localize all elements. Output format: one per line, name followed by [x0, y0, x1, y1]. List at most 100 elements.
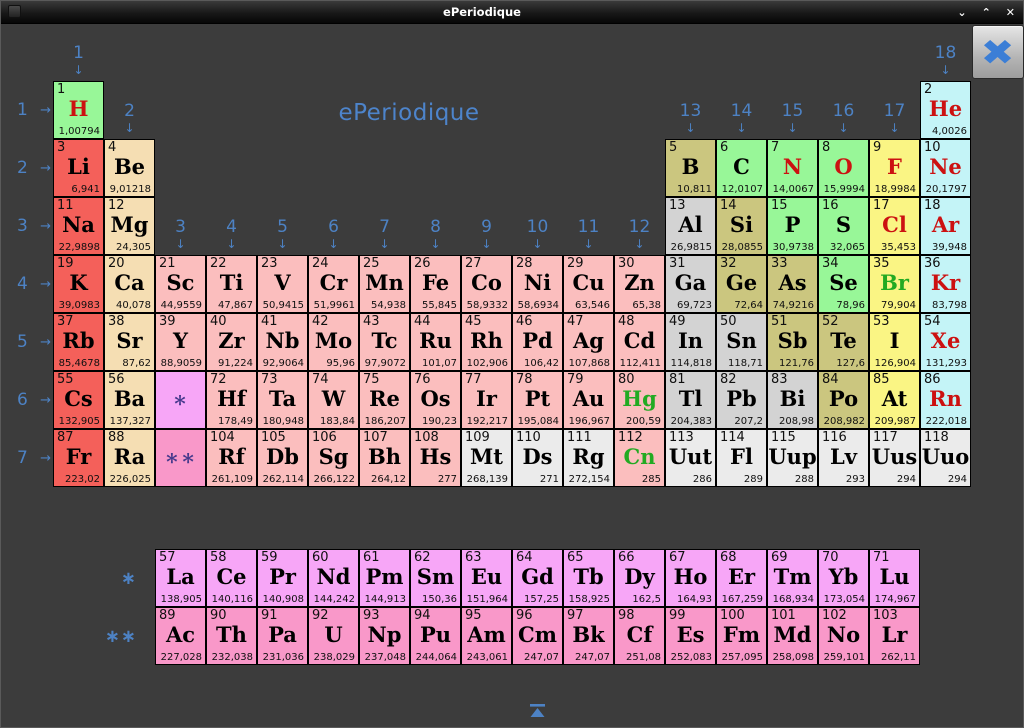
group-header-4[interactable]: 4↓ — [206, 219, 257, 250]
element-cell-Bh[interactable]: 107Bh264,12 — [359, 429, 410, 487]
element-cell-Lu[interactable]: 71Lu174,967 — [869, 549, 920, 607]
element-cell-Rf[interactable]: 104Rf261,109 — [206, 429, 257, 487]
element-cell-Mo[interactable]: 42Mo95,96 — [308, 313, 359, 371]
element-cell-Sn[interactable]: 50Sn118,71 — [716, 313, 767, 371]
element-cell-Cd[interactable]: 48Cd112,411 — [614, 313, 665, 371]
group-header-18[interactable]: 18↓ — [920, 45, 971, 76]
element-cell-Rb[interactable]: 37Rb85,4678 — [53, 313, 104, 371]
element-cell-Uup[interactable]: 115Uup288 — [767, 429, 818, 487]
element-cell-Ho[interactable]: 67Ho164,93 — [665, 549, 716, 607]
element-cell-Ru[interactable]: 44Ru101,07 — [410, 313, 461, 371]
element-cell-Ge[interactable]: 32Ge72,64 — [716, 255, 767, 313]
element-cell-W[interactable]: 74W183,84 — [308, 371, 359, 429]
element-cell-Re[interactable]: 75Re186,207 — [359, 371, 410, 429]
element-cell-P[interactable]: 15P30,9738 — [767, 197, 818, 255]
element-cell-Fl[interactable]: 114Fl289 — [716, 429, 767, 487]
element-cell-Bk[interactable]: 97Bk247,07 — [563, 607, 614, 665]
element-cell-He[interactable]: 2He4,0026 — [920, 81, 971, 139]
element-cell-Co[interactable]: 27Co58,9332 — [461, 255, 512, 313]
element-cell-Fm[interactable]: 100Fm257,095 — [716, 607, 767, 665]
element-cell-N[interactable]: 7N14,0067 — [767, 139, 818, 197]
group-header-14[interactable]: 14↓ — [716, 103, 767, 134]
element-cell-Cs[interactable]: 55Cs132,905 — [53, 371, 104, 429]
element-cell-Pd[interactable]: 46Pd106,42 — [512, 313, 563, 371]
close-window-icon[interactable]: ✕ — [1006, 7, 1015, 18]
element-cell-O[interactable]: 8O15,9994 — [818, 139, 869, 197]
element-cell-Bi[interactable]: 83Bi208,98 — [767, 371, 818, 429]
element-cell-Cu[interactable]: 29Cu63,546 — [563, 255, 614, 313]
element-cell-In[interactable]: 49In114,818 — [665, 313, 716, 371]
element-cell-Pm[interactable]: 61Pm144,913 — [359, 549, 410, 607]
element-cell-Ar[interactable]: 18Ar39,948 — [920, 197, 971, 255]
element-cell-As[interactable]: 33As74,9216 — [767, 255, 818, 313]
element-cell-Tl[interactable]: 81Tl204,383 — [665, 371, 716, 429]
element-cell-Fe[interactable]: 26Fe55,845 — [410, 255, 461, 313]
element-cell-Np[interactable]: 93Np237,048 — [359, 607, 410, 665]
lanthanide-placeholder-cell[interactable]: ∗ — [155, 371, 206, 429]
element-cell-Cf[interactable]: 98Cf251,08 — [614, 607, 665, 665]
period-label-2[interactable]: 2→ — [17, 139, 51, 197]
group-header-2[interactable]: 2↓ — [104, 103, 155, 134]
group-header-3[interactable]: 3↓ — [155, 219, 206, 250]
actinide-placeholder-cell[interactable]: ∗∗ — [155, 429, 206, 487]
element-cell-At[interactable]: 85At209,987 — [869, 371, 920, 429]
element-cell-Mn[interactable]: 25Mn54,938 — [359, 255, 410, 313]
period-label-1[interactable]: 1→ — [17, 81, 51, 139]
element-cell-Zr[interactable]: 40Zr91,224 — [206, 313, 257, 371]
element-cell-Fr[interactable]: 87Fr223,02 — [53, 429, 104, 487]
element-cell-Ta[interactable]: 73Ta180,948 — [257, 371, 308, 429]
element-cell-Be[interactable]: 4Be9,01218 — [104, 139, 155, 197]
element-cell-Mg[interactable]: 12Mg24,305 — [104, 197, 155, 255]
element-cell-Es[interactable]: 99Es252,083 — [665, 607, 716, 665]
element-cell-Lv[interactable]: 116Lv293 — [818, 429, 869, 487]
element-cell-Sm[interactable]: 62Sm150,36 — [410, 549, 461, 607]
element-cell-Nb[interactable]: 41Nb92,9064 — [257, 313, 308, 371]
period-label-3[interactable]: 3→ — [17, 197, 51, 255]
element-cell-Tb[interactable]: 65Tb158,925 — [563, 549, 614, 607]
period-label-5[interactable]: 5→ — [17, 313, 51, 371]
element-cell-B[interactable]: 5B10,811 — [665, 139, 716, 197]
element-cell-Si[interactable]: 14Si28,0855 — [716, 197, 767, 255]
element-cell-Tm[interactable]: 69Tm168,934 — [767, 549, 818, 607]
period-label-7[interactable]: 7→ — [17, 429, 51, 487]
unshade-window-button[interactable]: ⌃ — [982, 7, 991, 18]
group-header-1[interactable]: 1↓ — [53, 45, 104, 76]
element-cell-F[interactable]: 9F18,9984 — [869, 139, 920, 197]
element-cell-Uuo[interactable]: 118Uuo294 — [920, 429, 971, 487]
element-cell-Sc[interactable]: 21Sc44,9559 — [155, 255, 206, 313]
element-cell-Li[interactable]: 3Li6,941 — [53, 139, 104, 197]
group-header-15[interactable]: 15↓ — [767, 103, 818, 134]
element-cell-Hf[interactable]: 72Hf178,49 — [206, 371, 257, 429]
element-cell-Uut[interactable]: 113Uut286 — [665, 429, 716, 487]
element-cell-K[interactable]: 19K39,0983 — [53, 255, 104, 313]
group-header-6[interactable]: 6↓ — [308, 219, 359, 250]
element-cell-H[interactable]: 1H1,00794 — [53, 81, 104, 139]
element-cell-Rg[interactable]: 111Rg272,154 — [563, 429, 614, 487]
group-header-13[interactable]: 13↓ — [665, 103, 716, 134]
element-cell-Cm[interactable]: 96Cm247,07 — [512, 607, 563, 665]
shade-window-button[interactable]: ⌄ — [957, 7, 966, 18]
element-cell-Hg[interactable]: 80Hg200,59 — [614, 371, 665, 429]
element-cell-Ca[interactable]: 20Ca40,078 — [104, 255, 155, 313]
element-cell-Db[interactable]: 105Db262,114 — [257, 429, 308, 487]
group-header-17[interactable]: 17↓ — [869, 103, 920, 134]
period-label-6[interactable]: 6→ — [17, 371, 51, 429]
element-cell-Ds[interactable]: 110Ds271 — [512, 429, 563, 487]
group-header-5[interactable]: 5↓ — [257, 219, 308, 250]
element-cell-Ir[interactable]: 77Ir192,217 — [461, 371, 512, 429]
element-cell-Ne[interactable]: 10Ne20,1797 — [920, 139, 971, 197]
element-cell-Ga[interactable]: 31Ga69,723 — [665, 255, 716, 313]
element-cell-Cl[interactable]: 17Cl35,453 — [869, 197, 920, 255]
element-cell-Kr[interactable]: 36Kr83,798 — [920, 255, 971, 313]
element-cell-Xe[interactable]: 54Xe131,293 — [920, 313, 971, 371]
element-cell-Po[interactable]: 84Po208,982 — [818, 371, 869, 429]
element-cell-Uus[interactable]: 117Uus294 — [869, 429, 920, 487]
element-cell-Lr[interactable]: 103Lr262,11 — [869, 607, 920, 665]
element-cell-Sr[interactable]: 38Sr87,62 — [104, 313, 155, 371]
element-cell-Pa[interactable]: 91Pa231,036 — [257, 607, 308, 665]
element-cell-Tc[interactable]: 43Tc97,9072 — [359, 313, 410, 371]
element-cell-Ra[interactable]: 88Ra226,025 — [104, 429, 155, 487]
element-cell-V[interactable]: 23V50,9415 — [257, 255, 308, 313]
element-cell-Mt[interactable]: 109Mt268,139 — [461, 429, 512, 487]
element-cell-Am[interactable]: 95Am243,061 — [461, 607, 512, 665]
